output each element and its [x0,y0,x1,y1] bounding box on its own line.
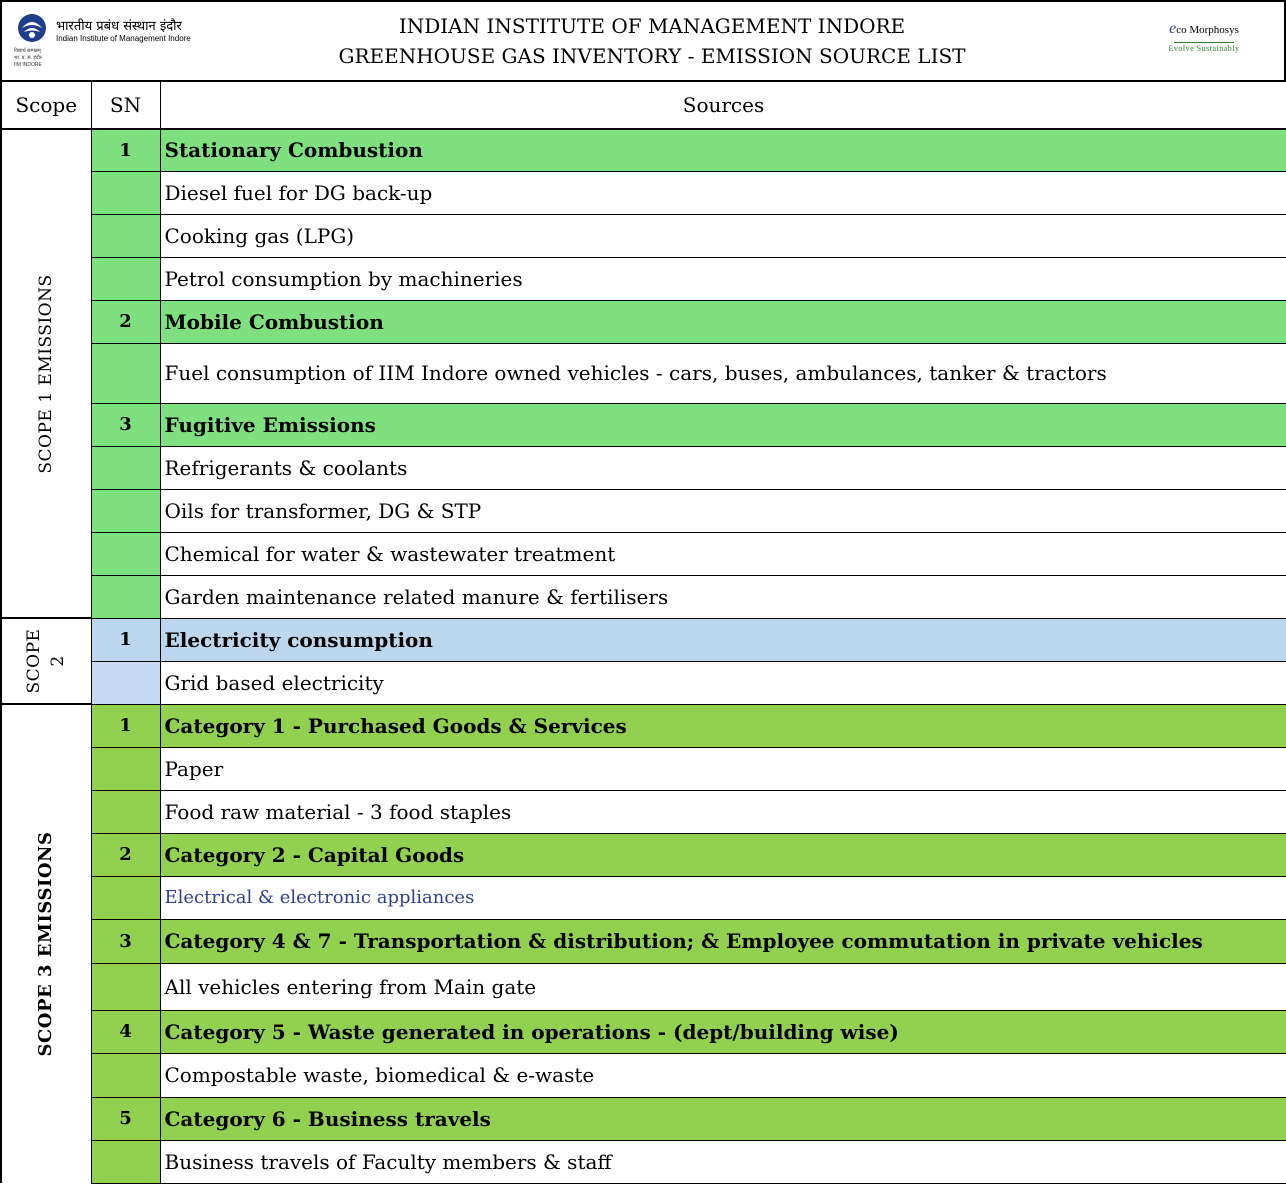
category-cell: Category 6 - Business travels [159,1096,1286,1141]
source-cell: Electrical & electronic appliances [159,875,1286,920]
column-header-scope: Scope [0,80,92,130]
table-row: 5 Category 6 - Business travels [1,1096,1286,1141]
source-cell: Diesel fuel for DG back-up [159,170,1286,215]
table-row: All vehicles entering from Main gate [1,962,1286,1011]
sn-cell [90,342,161,404]
scope-3-label: SCOPE 3 EMISSIONS [35,831,57,1057]
table-row: Petrol consumption by machineries [1,256,1286,301]
eco-tagline: Evolve Sustainably [1168,44,1240,53]
sn-cell: 1 [90,617,161,662]
scope-2-cell: SCOPE 2 [0,617,92,705]
emission-source-table: Scope SN Sources SCOPE 1 EMISSIONS 1 Sta… [0,80,1286,1184]
scope-2-label-line-2: 2 [48,655,69,667]
sn-cell [90,875,161,920]
table-row: Cooking gas (LPG) [1,213,1286,258]
source-cell: Grid based electricity [159,660,1286,705]
table-row: 3 Fugitive Emissions [1,402,1286,447]
table-row: 2 Mobile Combustion [1,299,1286,344]
source-cell: Compostable waste, biomedical & e-waste [159,1052,1286,1098]
sn-cell [90,1052,161,1098]
table-header-row: Scope SN Sources [0,80,1286,130]
iim-emblem-icon [18,14,46,42]
sn-cell [90,660,161,705]
logo-english-text: Indian Institute of Management Indore [56,34,191,43]
table-row: Food raw material - 3 food staples [1,789,1286,834]
source-cell: Business travels of Faculty members & st… [159,1139,1286,1184]
sn-cell [90,256,161,301]
source-cell: Fuel consumption of IIM Indore owned veh… [159,342,1286,404]
source-cell: Refrigerants & coolants [159,445,1286,490]
logo-tiny-text-2: भा. प्र. सं. इंदौर [14,55,42,61]
category-cell: Category 4 & 7 - Transportation & distri… [159,918,1286,964]
source-cell: All vehicles entering from Main gate [159,962,1286,1011]
table-row: Garden maintenance related manure & fert… [1,574,1286,619]
sn-cell: 2 [90,832,161,877]
table-row: SCOPE 2 1 Electricity consumption [0,617,1286,705]
column-header-sn: SN [90,80,161,130]
table-row: Compostable waste, biomedical & e-waste [1,1052,1286,1098]
source-cell: Paper [159,746,1286,791]
table-row: 3 Category 4 & 7 - Transportation & dist… [1,918,1286,964]
scope-3-cell: SCOPE 3 EMISSIONS [0,703,92,1183]
sn-cell [90,170,161,215]
sn-cell [90,789,161,834]
scope-1-label: SCOPE 1 EMISSIONS [36,273,57,474]
category-cell: Fugitive Emissions [159,402,1286,447]
sn-cell [90,531,161,576]
source-cell: Oils for transformer, DG & STP [159,488,1286,533]
table-row: 4 Category 5 - Waste generated in operat… [1,1009,1286,1054]
table-row: Refrigerants & coolants [1,445,1286,490]
logo-tiny-text-3: IIM INDORE [14,62,42,68]
page-title-line-2: GREENHOUSE GAS INVENTORY - EMISSION SOUR… [338,44,966,68]
category-cell: Category 2 - Capital Goods [159,832,1286,877]
sn-cell: 3 [90,918,161,964]
category-cell: Category 5 - Waste generated in operatio… [159,1009,1286,1054]
category-cell: Stationary Combustion [159,128,1286,172]
sn-cell: 3 [90,402,161,447]
eco-divider [1174,42,1234,43]
table-row: Electrical & electronic appliances [1,875,1286,920]
source-cell: Chemical for water & wastewater treatmen… [159,531,1286,576]
sn-cell [90,488,161,533]
table-row: 2 Category 2 - Capital Goods [1,832,1286,877]
table-row: SCOPE 3 EMISSIONS 1 Category 1 - Purchas… [0,703,1286,1183]
page-title-line-1: INDIAN INSTITUTE OF MANAGEMENT INDORE [398,14,906,38]
table-row: Paper [1,746,1286,791]
table-row: SCOPE 1 EMISSIONS 1 Stationary Combustio… [0,128,1286,619]
sn-cell [90,445,161,490]
sn-cell: 5 [90,1096,161,1141]
source-cell: Petrol consumption by machineries [159,256,1286,301]
sn-cell: 2 [90,299,161,344]
scope-2-label-line-1: SCOPE [24,628,45,694]
report-header: भारतीय प्रबंध संस्थान इंदौर Indian Insti… [0,0,1286,80]
sn-cell: 1 [90,128,161,172]
source-cell: Food raw material - 3 food staples [159,789,1286,834]
table-row: Diesel fuel for DG back-up [1,170,1286,215]
table-row: Grid based electricity [1,660,1286,705]
sn-cell [90,1139,161,1184]
sn-cell [90,962,161,1011]
iim-indore-logo: भारतीय प्रबंध संस्थान इंदौर Indian Insti… [12,10,242,74]
table-row: Chemical for water & wastewater treatmen… [1,531,1286,576]
table-row: Fuel consumption of IIM Indore owned veh… [1,342,1286,404]
column-header-sources: Sources [159,80,1286,130]
category-cell: Category 1 - Purchased Goods & Services [159,703,1286,748]
sn-cell: 1 [90,703,161,748]
sn-cell [90,213,161,258]
logo-tiny-text-1: विद्यार्थ सम्पन्नम् [14,48,41,54]
ecomorphosys-logo: eco Morphosys Evolve Sustainably [1144,20,1264,53]
source-cell: Garden maintenance related manure & fert… [159,574,1286,619]
category-cell: Mobile Combustion [159,299,1286,344]
table-row: Business travels of Faculty members & st… [1,1139,1286,1184]
source-cell: Cooking gas (LPG) [159,213,1286,258]
sn-cell [90,574,161,619]
logo-hindi-text: भारतीय प्रबंध संस्थान इंदौर [56,19,182,34]
scope-1-cell: SCOPE 1 EMISSIONS [0,128,92,619]
table-row: Oils for transformer, DG & STP [1,488,1286,533]
sn-cell [90,746,161,791]
eco-brand-text: co Morphosys [1176,24,1239,36]
scope-2-label: SCOPE 2 [22,629,70,694]
sn-cell: 4 [90,1009,161,1054]
category-cell: Electricity consumption [159,617,1286,662]
